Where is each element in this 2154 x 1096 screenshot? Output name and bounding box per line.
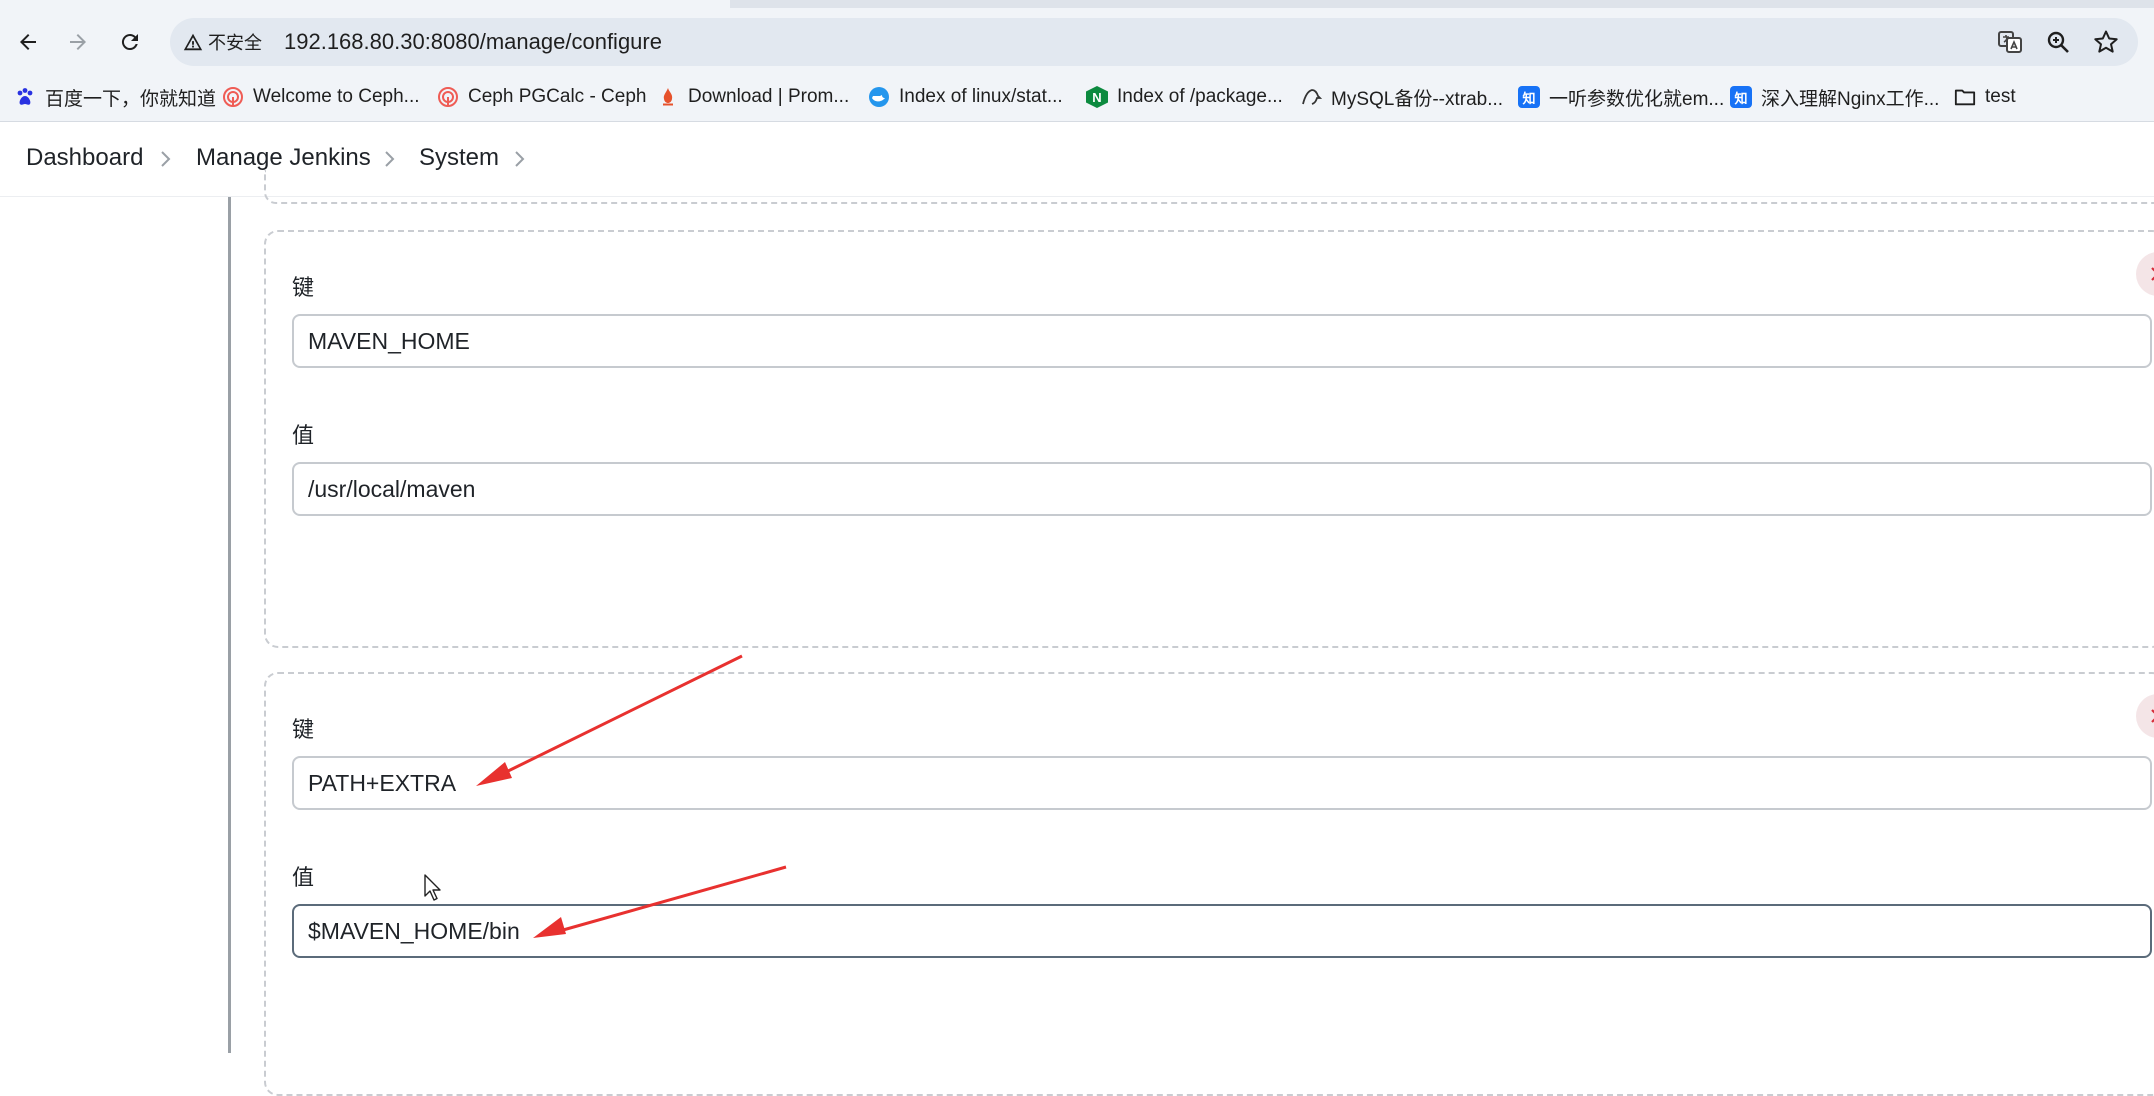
warning-triangle-icon xyxy=(183,33,203,51)
baidu-paw-icon xyxy=(14,86,36,108)
env-var-entry: 键 PATH+EXTRA 值 $MAVEN_HOME/bin xyxy=(264,672,2154,1096)
ceph-icon xyxy=(222,86,244,108)
bookmark-item[interactable]: 知 深入理解Nginx工作... xyxy=(1730,83,1939,111)
key-input[interactable]: MAVEN_HOME xyxy=(292,314,2152,368)
breadcrumb-system[interactable]: System xyxy=(419,144,499,172)
address-bar[interactable]: 不安全 192.168.80.30:8080/manage/configure xyxy=(170,18,2138,66)
bookmark-label: test xyxy=(1985,86,2016,107)
bookmark-label: Download | Prom... xyxy=(688,86,850,107)
close-icon xyxy=(2151,267,2154,281)
zhihu-icon: 知 xyxy=(1518,86,1540,108)
mouse-cursor-icon xyxy=(424,874,441,901)
reload-button[interactable] xyxy=(112,24,148,60)
bookmark-item[interactable]: Download | Prom... xyxy=(657,83,849,111)
bookmark-label: Ceph PGCalc - Ceph xyxy=(468,86,647,107)
url-text[interactable]: 192.168.80.30:8080/manage/configure xyxy=(284,30,662,54)
bookmark-item[interactable]: 知 一听参数优化就em... xyxy=(1518,83,1724,111)
side-panel xyxy=(0,197,228,1053)
translate-button[interactable] xyxy=(1996,28,2024,56)
breadcrumb-manage-jenkins[interactable]: Manage Jenkins xyxy=(196,144,371,172)
bookmarks-bar: 百度一下，你就知道 Welcome to Ceph... Ceph PGCalc… xyxy=(0,75,2154,122)
value-label: 值 xyxy=(292,423,315,448)
zoom-button[interactable] xyxy=(2044,28,2072,56)
bookmark-label: 深入理解Nginx工作... xyxy=(1761,88,1940,110)
delete-entry-button[interactable] xyxy=(2136,694,2154,738)
bookmark-label: MySQL备份--xtrab... xyxy=(1331,88,1504,110)
bookmark-item[interactable]: Welcome to Ceph... xyxy=(222,83,420,111)
bookmark-label: 百度一下，你就知道 xyxy=(45,88,217,110)
delete-entry-button[interactable] xyxy=(2136,252,2154,296)
docker-icon xyxy=(868,86,890,108)
security-indicator[interactable]: 不安全 xyxy=(182,30,262,54)
bookmark-label: Index of /package... xyxy=(1117,86,1283,107)
key-input[interactable]: PATH+EXTRA xyxy=(292,756,2152,810)
bookmark-item[interactable]: Ceph PGCalc - Ceph xyxy=(437,83,646,111)
active-tab-edge[interactable] xyxy=(0,0,730,8)
bookmark-item[interactable]: MySQL备份--xtrab... xyxy=(1300,83,1503,111)
prometheus-icon xyxy=(657,86,679,108)
chevron-right-icon xyxy=(156,148,176,170)
bookmark-item[interactable]: 百度一下，你就知道 xyxy=(14,83,216,111)
forward-button[interactable] xyxy=(60,24,96,60)
bookmark-item[interactable]: test xyxy=(1954,83,2016,111)
back-button[interactable] xyxy=(10,24,46,60)
folder-icon xyxy=(1954,86,1976,108)
security-label: 不安全 xyxy=(208,33,262,53)
breadcrumb-dashboard[interactable]: Dashboard xyxy=(26,144,143,172)
browser-toolbar: 不安全 192.168.80.30:8080/manage/configure xyxy=(0,8,2154,75)
key-label: 键 xyxy=(292,275,315,300)
tab-strip xyxy=(0,0,2154,8)
chevron-right-icon xyxy=(380,148,400,170)
value-input[interactable]: $MAVEN_HOME/bin xyxy=(292,904,2152,958)
ceph-icon xyxy=(437,86,459,108)
zoom-in-icon xyxy=(2047,31,2069,53)
bookmark-star-button[interactable] xyxy=(2092,28,2120,56)
key-label: 键 xyxy=(292,717,315,742)
arrow-right-icon xyxy=(70,34,86,50)
bookmark-label: Welcome to Ceph... xyxy=(253,86,420,107)
bookmark-item[interactable]: N Index of /package... xyxy=(1086,83,1283,111)
env-var-entry: 键 MAVEN_HOME 值 /usr/local/maven xyxy=(264,230,2154,648)
previous-entry-edge xyxy=(264,170,2154,204)
translate-icon xyxy=(1998,31,2022,53)
arrow-left-icon xyxy=(20,34,36,50)
nginx-icon: N xyxy=(1086,86,1108,108)
mysql-icon xyxy=(1300,86,1322,108)
bookmark-label: 一听参数优化就em... xyxy=(1549,88,1725,110)
value-input[interactable]: /usr/local/maven xyxy=(292,462,2152,516)
bookmark-item[interactable]: Index of linux/stat... xyxy=(868,83,1063,111)
star-icon xyxy=(2094,30,2118,53)
value-label: 值 xyxy=(292,865,315,890)
zhihu-icon: 知 xyxy=(1730,86,1752,108)
close-icon xyxy=(2151,709,2154,723)
chevron-right-icon[interactable] xyxy=(510,148,530,170)
bookmark-label: Index of linux/stat... xyxy=(899,86,1063,107)
reload-icon xyxy=(121,34,138,51)
